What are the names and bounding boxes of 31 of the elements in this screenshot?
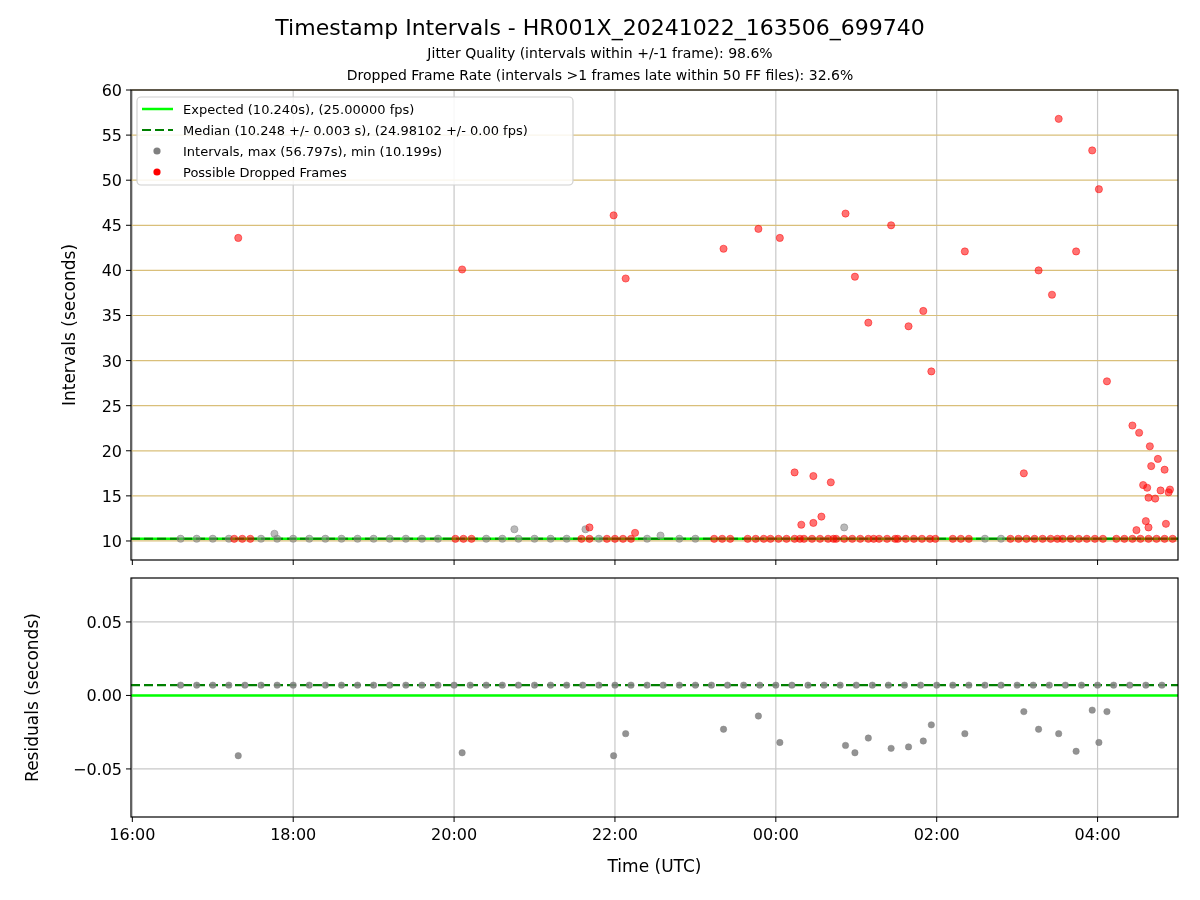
y-tick-label: 60 xyxy=(101,81,122,100)
y-tick-label: 35 xyxy=(101,306,122,326)
x-tick-label: 04:00 xyxy=(1074,825,1121,844)
y-tick-label: 20 xyxy=(101,441,122,461)
y-tick-label: 45 xyxy=(101,216,122,236)
y-tick-label: 55 xyxy=(101,126,122,146)
y-tick-label: 15 xyxy=(101,486,122,506)
x-tick-label: 16:00 xyxy=(109,825,156,844)
chart-subtitle: Jitter Quality (intervals within +/-1 frame): 98.6% xyxy=(427,44,773,63)
legend-label: Expected (10.240s), (25.00000 fps) xyxy=(183,101,415,117)
x-axis-label: Time (UTC) xyxy=(607,856,702,876)
y-axis-label: Residuals (seconds) xyxy=(22,613,42,782)
y-tick-label: 0.00 xyxy=(86,686,122,706)
y-tick-label: 40 xyxy=(101,261,122,281)
legend-label: Median (10.248 +/- 0.003 s), (24.98102 +/- 0.00 fps) xyxy=(183,122,528,138)
y-tick-label: 10 xyxy=(101,531,122,551)
y-tick-label: 0.05 xyxy=(86,612,122,632)
legend-label: Possible Dropped Frames xyxy=(183,164,347,180)
x-tick-label: 00:00 xyxy=(752,825,799,844)
legend-label: Intervals, max (56.797s), min (10.199s) xyxy=(183,143,442,159)
x-tick-label: 02:00 xyxy=(913,825,960,844)
y-tick-label: −0.05 xyxy=(72,759,122,779)
chart-subtitle: Dropped Frame Rate (intervals >1 frames late within 50 FF files): 32.6% xyxy=(346,66,854,85)
y-tick-label: 25 xyxy=(101,396,122,416)
y-tick-label: 30 xyxy=(101,351,122,371)
chart-title: Timestamp Intervals - HR001X_20241022_163506_699740 xyxy=(275,14,925,42)
y-axis-label: Intervals (seconds) xyxy=(59,243,79,407)
x-tick-label: 22:00 xyxy=(591,825,638,844)
x-tick-label: 20:00 xyxy=(431,825,478,844)
y-tick-label: 50 xyxy=(101,171,122,191)
x-tick-label: 18:00 xyxy=(270,825,317,844)
